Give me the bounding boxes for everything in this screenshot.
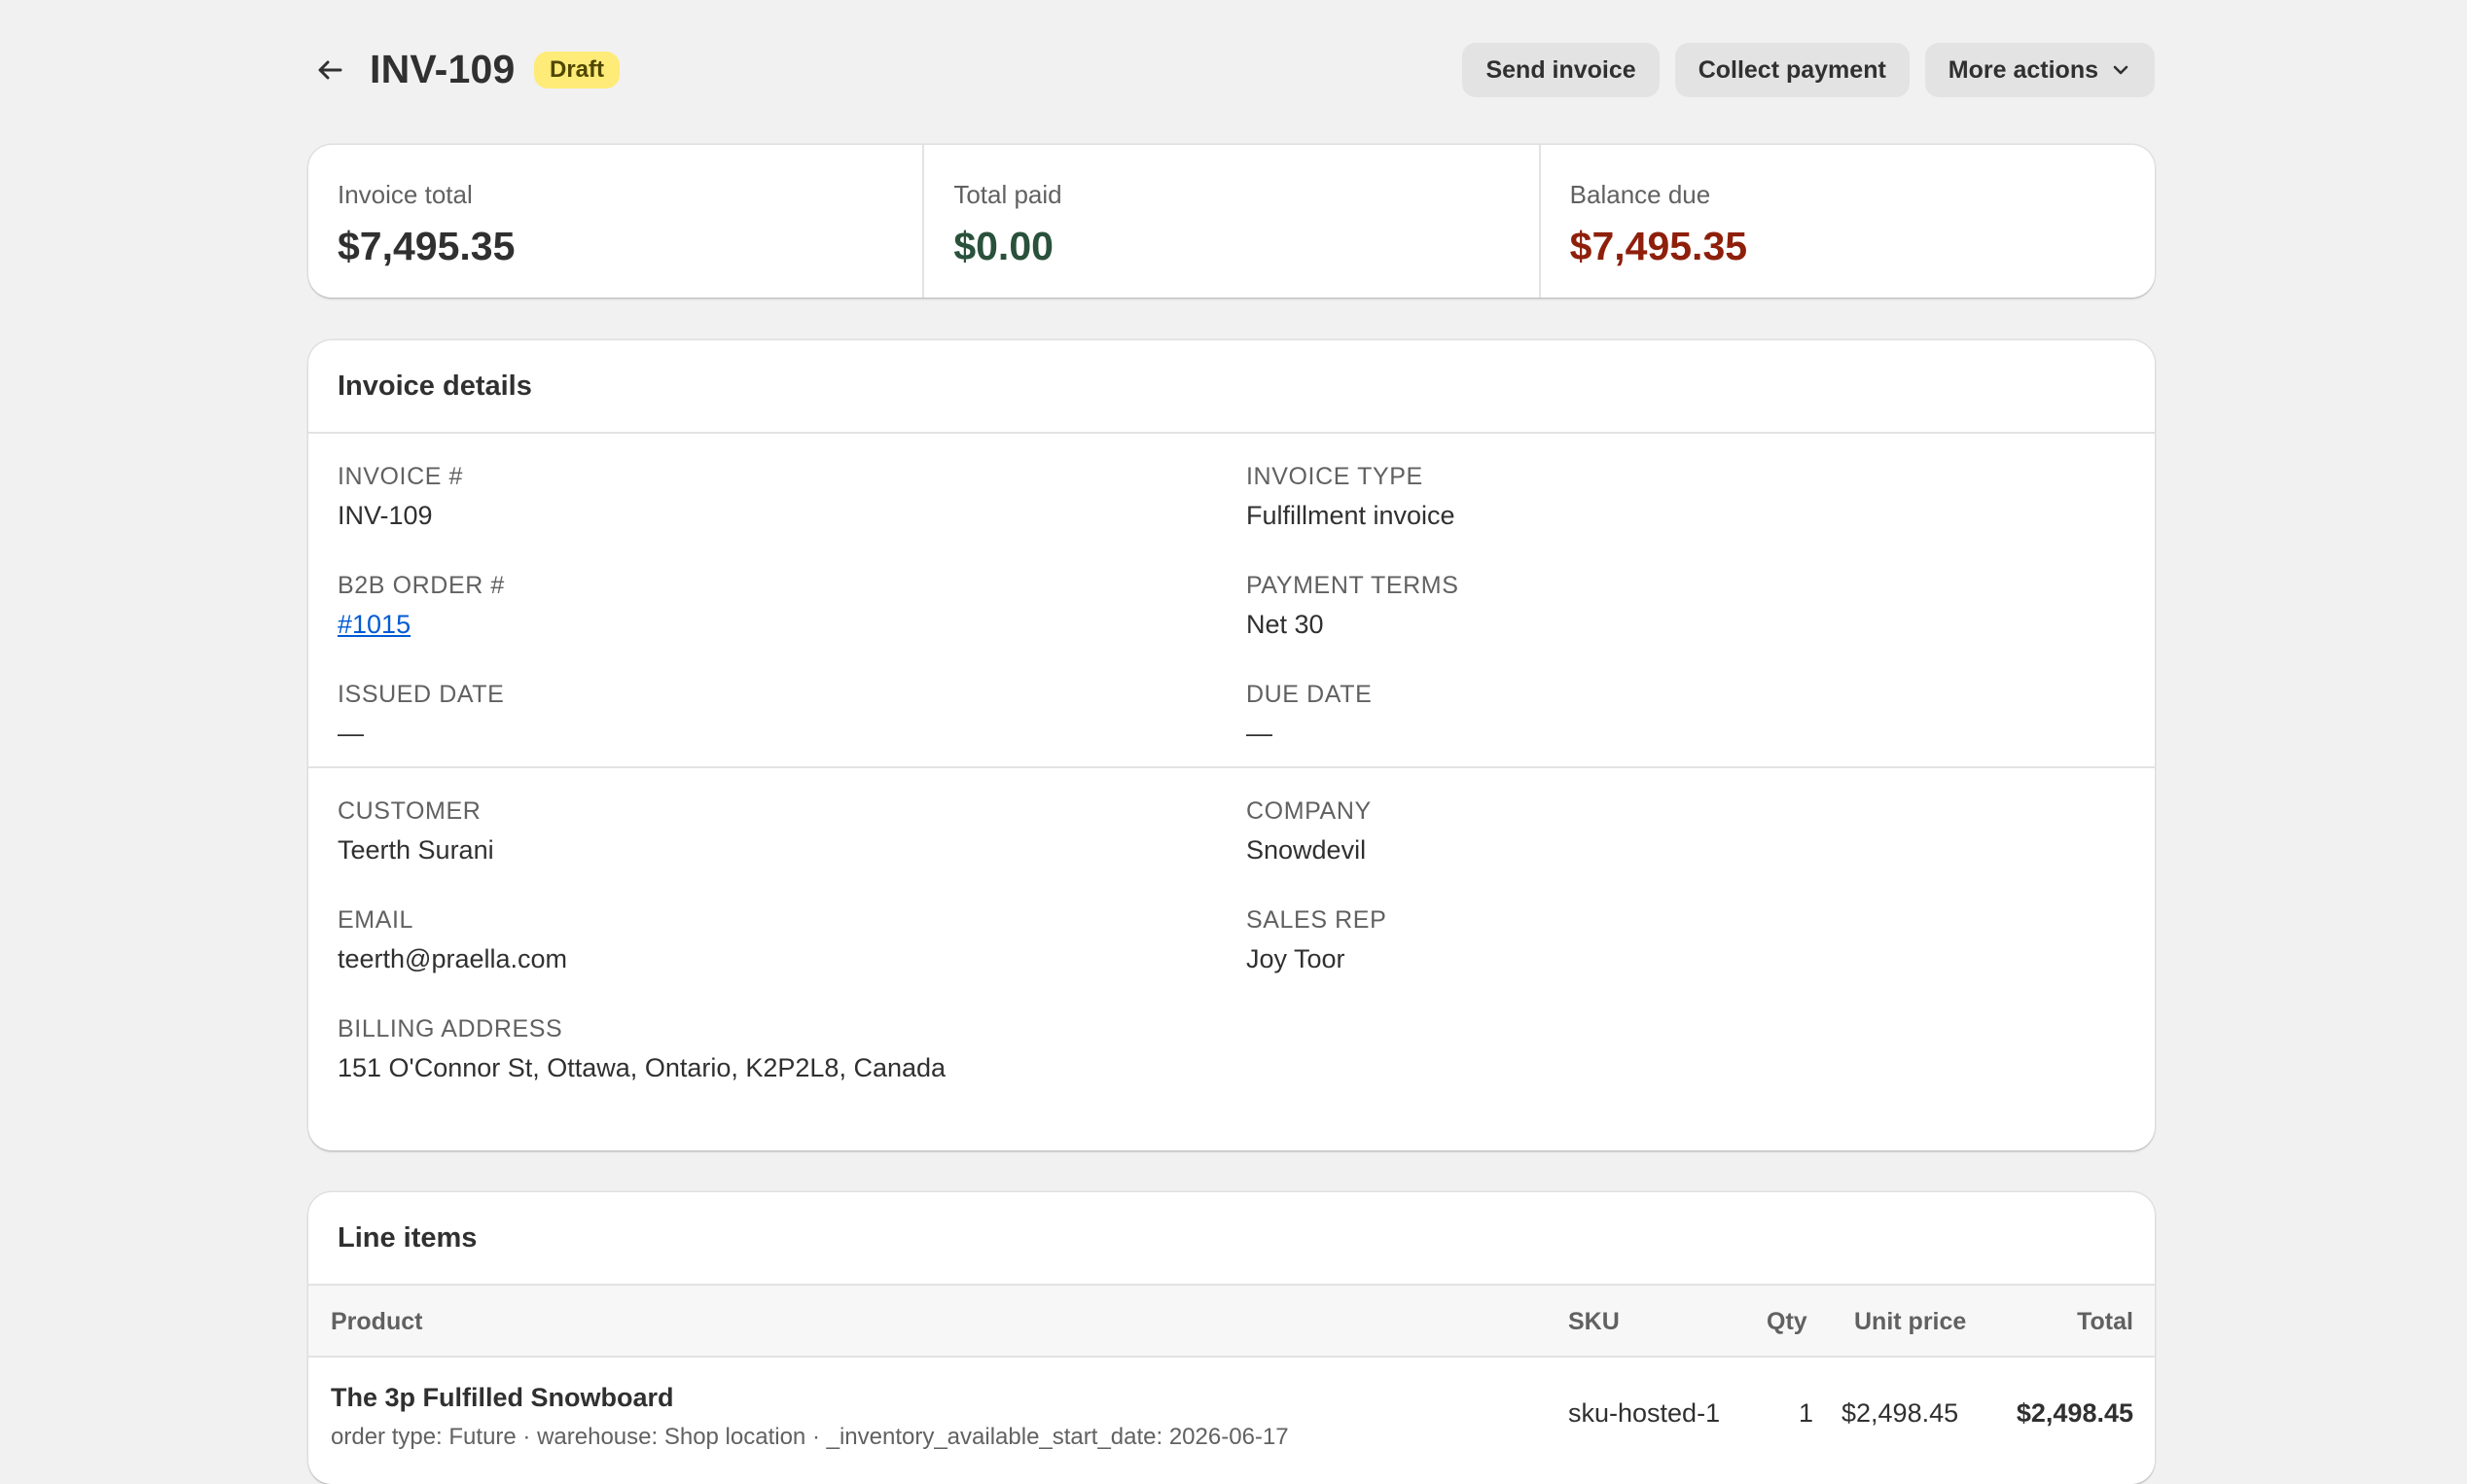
invoice-details-title: Invoice details — [308, 340, 2155, 434]
table-header: Product SKU Qty Unit price Total — [308, 1286, 2155, 1358]
more-actions-label: More actions — [1948, 55, 2098, 84]
total-paid-cell: Total paid $0.00 — [924, 145, 1541, 298]
product-qty: 1 — [1799, 1398, 1814, 1428]
invoice-total-label: Invoice total — [338, 180, 473, 209]
chevron-down-icon — [2113, 65, 2128, 75]
status-badge: Draft — [534, 52, 621, 88]
balance-due-cell: Balance due $7,495.35 — [1541, 145, 2155, 298]
invoice-total-value: $7,495.35 — [338, 224, 516, 268]
field-label: COMPANY — [1246, 797, 1372, 825]
product-total: $2,498.45 — [2016, 1398, 2133, 1428]
balance-due-label: Balance due — [1569, 180, 1711, 209]
field-label: PAYMENT TERMS — [1246, 572, 1459, 599]
payment-terms-value: Net 30 — [1246, 610, 1324, 639]
due-date-value: — — [1246, 719, 1272, 748]
field-label: B2B ORDER # — [338, 572, 505, 599]
column-header-total: Total — [2077, 1308, 2133, 1335]
send-invoice-label: Send invoice — [1485, 55, 1636, 84]
field-label: INVOICE TYPE — [1246, 463, 1423, 490]
invoice-number-value: INV-109 — [338, 501, 433, 530]
invoice-details-card: Invoice details INVOICE # INV-109 INVOIC… — [308, 340, 2155, 1150]
balance-due-value: $7,495.35 — [1569, 224, 1748, 268]
payment-terms-field: PAYMENT TERMS Net 30 — [1246, 543, 2155, 652]
collect-payment-button[interactable]: Collect payment — [1674, 43, 1910, 97]
header-actions: Send invoice Collect payment More action… — [1462, 43, 2155, 97]
total-paid-value: $0.00 — [953, 224, 1054, 268]
page-title: INV-109 — [370, 47, 516, 91]
billing-address-field: BILLING ADDRESS 151 O'Connor St, Ottawa,… — [338, 986, 1246, 1095]
field-label: INVOICE # — [338, 463, 464, 490]
back-button[interactable] — [308, 49, 351, 91]
customer-info-section: CUSTOMER Teerth Surani COMPANY Snowdevil… — [308, 766, 2155, 1095]
issued-date-value: — — [338, 719, 364, 748]
field-label: SALES REP — [1246, 906, 1387, 934]
invoice-total-cell: Invoice total $7,495.35 — [308, 145, 925, 298]
customer-value: Teerth Surani — [338, 835, 494, 865]
customer-field: CUSTOMER Teerth Surani — [338, 768, 1246, 877]
send-invoice-button[interactable]: Send invoice — [1462, 43, 1660, 97]
table-row[interactable]: The 3p Fulfilled Snowboard order type: F… — [308, 1358, 2155, 1455]
sales-rep-field: SALES REP Joy Toor — [1246, 877, 2155, 986]
sales-rep-value: Joy Toor — [1246, 944, 1345, 973]
column-header-sku: SKU — [1568, 1308, 1620, 1335]
email-field: EMAIL teerth@praella.com — [338, 877, 1246, 986]
billing-address-value: 151 O'Connor St, Ottawa, Ontario, K2P2L8… — [338, 1053, 947, 1082]
b2b-order-field: B2B ORDER # #1015 — [338, 543, 1246, 652]
email-value: teerth@praella.com — [338, 944, 568, 973]
total-paid-label: Total paid — [953, 180, 1062, 209]
invoice-type-field: INVOICE TYPE Fulfillment invoice — [1246, 434, 2155, 543]
page-header: INV-109 Draft Send invoice Collect payme… — [308, 43, 2155, 97]
line-items-title: Line items — [308, 1192, 2155, 1286]
collect-payment-label: Collect payment — [1698, 55, 1886, 84]
invoice-number-field: INVOICE # INV-109 — [338, 434, 1246, 543]
column-header-unit-price: Unit price — [1854, 1308, 1967, 1335]
field-label: CUSTOMER — [338, 797, 482, 825]
more-actions-button[interactable]: More actions — [1924, 43, 2155, 97]
field-label: EMAIL — [338, 906, 414, 934]
product-name: The 3p Fulfilled Snowboard — [331, 1383, 674, 1412]
line-items-card: Line items Product SKU Qty Unit price To… — [308, 1192, 2155, 1484]
company-value: Snowdevil — [1246, 835, 1367, 865]
product-properties: order type: Future · warehouse: Shop loc… — [331, 1424, 1289, 1450]
field-label: ISSUED DATE — [338, 681, 505, 708]
invoice-info-section: INVOICE # INV-109 INVOICE TYPE Fulfillme… — [308, 434, 2155, 766]
product-sku: sku-hosted-1 — [1568, 1398, 1721, 1428]
due-date-field: DUE DATE — — [1246, 652, 2155, 760]
column-header-product: Product — [331, 1308, 423, 1335]
invoice-type-value: Fulfillment invoice — [1246, 501, 1455, 530]
field-label: BILLING ADDRESS — [338, 1015, 563, 1042]
field-label: DUE DATE — [1246, 681, 1373, 708]
product-unit-price: $2,498.45 — [1841, 1398, 1959, 1428]
summary-card: Invoice total $7,495.35 Total paid $0.00… — [308, 145, 2155, 298]
arrow-left-icon — [318, 60, 342, 80]
b2b-order-link[interactable]: #1015 — [338, 610, 1246, 640]
column-header-qty: Qty — [1767, 1308, 1807, 1335]
company-field: COMPANY Snowdevil — [1246, 768, 2155, 877]
issued-date-field: ISSUED DATE — — [338, 652, 1246, 760]
